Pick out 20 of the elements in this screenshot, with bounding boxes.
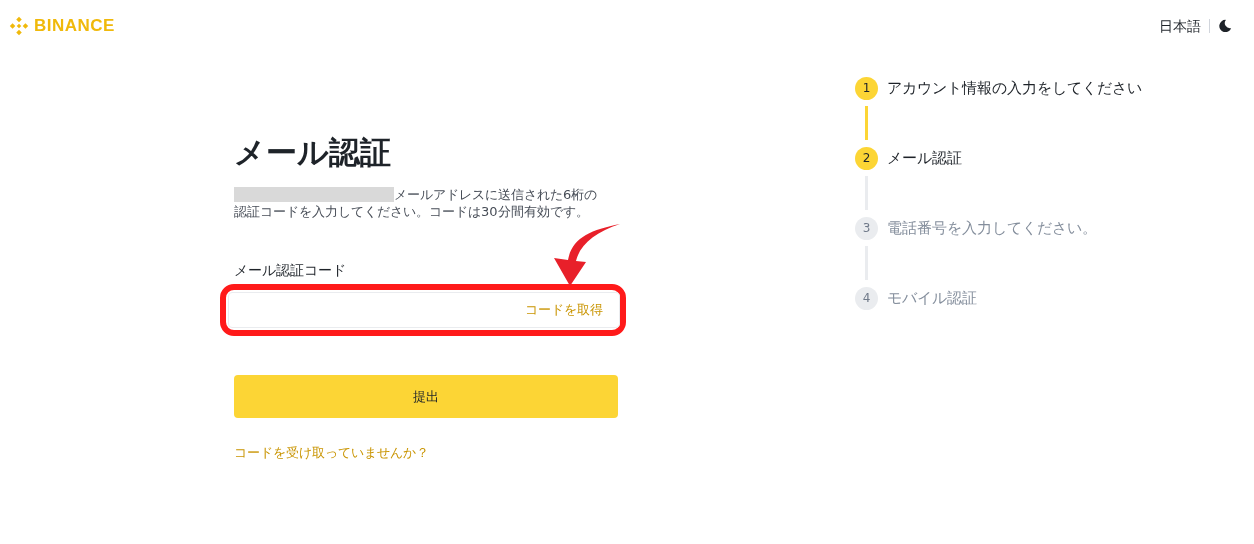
page-title: メール認証 [234, 133, 392, 172]
description-text: 認証コードを入力してください。コードは30分間有効です。 [234, 203, 590, 220]
step-number: 4 [855, 286, 878, 310]
step-label: メール認証 [887, 147, 962, 169]
step-label: 電話番号を入力してください。 [887, 217, 1097, 239]
submit-button[interactable]: 提出 [234, 375, 618, 418]
logo-icon [8, 15, 30, 37]
description-text: メールアドレスに送信された6桁の [394, 186, 598, 203]
logo-text: BINANCE [34, 15, 115, 38]
moon-icon[interactable] [1218, 19, 1232, 33]
field-label: メール認証コード [234, 261, 347, 280]
code-input-field[interactable]: コードを取得 [228, 292, 620, 328]
step-number: 3 [855, 216, 878, 240]
step-label: モバイル認証 [887, 287, 977, 309]
step-number: 2 [855, 146, 878, 170]
get-code-link[interactable]: コードを取得 [525, 300, 603, 320]
step-label: アカウント情報の入力をしてください [887, 77, 1142, 99]
help-link[interactable]: コードを受け取っていませんか？ [234, 443, 618, 463]
language-selector[interactable]: 日本語 [1159, 15, 1201, 37]
step-number: 1 [855, 76, 878, 100]
